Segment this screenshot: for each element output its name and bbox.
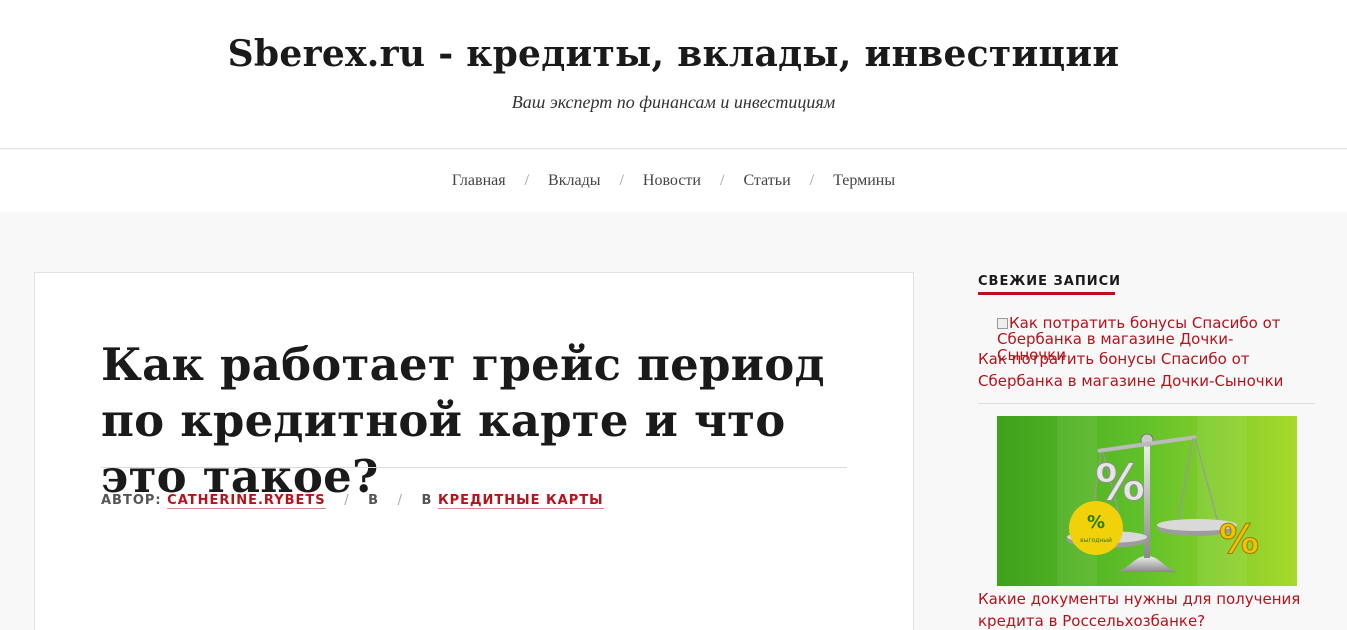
article-card: Как работает грейс период по кредитной к… — [34, 272, 914, 630]
broken-image-icon — [997, 318, 1008, 329]
category-link[interactable]: КРЕДИТНЫЕ КАРТЫ — [437, 493, 604, 509]
article-meta: АВТОР: CATHERINE.RYBETS / В / В КРЕДИТНЫ… — [101, 493, 604, 509]
post-thumbnail[interactable]: % % % выгодный — [997, 416, 1297, 586]
nav-separator: / — [524, 172, 530, 189]
badge-label: выгодный — [1080, 537, 1112, 544]
in-label: В — [368, 493, 380, 508]
meta-separator: / — [397, 493, 403, 508]
post-divider — [978, 403, 1315, 404]
nav-item-news[interactable]: Новости — [641, 172, 703, 190]
article-title: Как работает грейс период по кредитной к… — [101, 338, 825, 503]
badge-percent: % — [1087, 512, 1105, 533]
nav-item-deposits[interactable]: Вклады — [546, 172, 602, 190]
recent-post-link[interactable]: Как потратить бонусы Спасибо от Сбербанк… — [978, 348, 1315, 392]
nav-item-home[interactable]: Главная — [450, 172, 508, 190]
site-title[interactable]: Sberex.ru - кредиты, вклады, инвестиции — [0, 33, 1347, 75]
recent-post-link[interactable]: Какие документы нужны для получения кред… — [978, 588, 1315, 630]
nav-separator: / — [809, 172, 815, 189]
category-label: В — [421, 493, 433, 508]
author-label: АВТОР: — [101, 493, 162, 508]
site-header: Sberex.ru - кредиты, вклады, инвестиции … — [0, 0, 1347, 149]
nav-separator: / — [619, 172, 624, 189]
nav-item-articles[interactable]: Статьи — [741, 172, 792, 190]
nav-item-terms[interactable]: Термины — [831, 172, 897, 190]
percent-scales-illustration: % % % выгодный — [997, 416, 1297, 586]
widget-title-underline — [978, 292, 1115, 295]
meta-separator: / — [344, 493, 350, 508]
percent-sign-gold: % — [1219, 517, 1259, 563]
main-nav: Главная / Вклады / Новости / Статьи / Те… — [0, 150, 1347, 212]
nav-separator: / — [719, 172, 725, 189]
title-divider — [101, 467, 847, 468]
author-link[interactable]: CATHERINE.RYBETS — [167, 493, 326, 509]
widget-title: СВЕЖИЕ ЗАПИСИ — [978, 274, 1122, 289]
site-tagline: Ваш эксперт по финансам и инвестициям — [511, 92, 836, 112]
